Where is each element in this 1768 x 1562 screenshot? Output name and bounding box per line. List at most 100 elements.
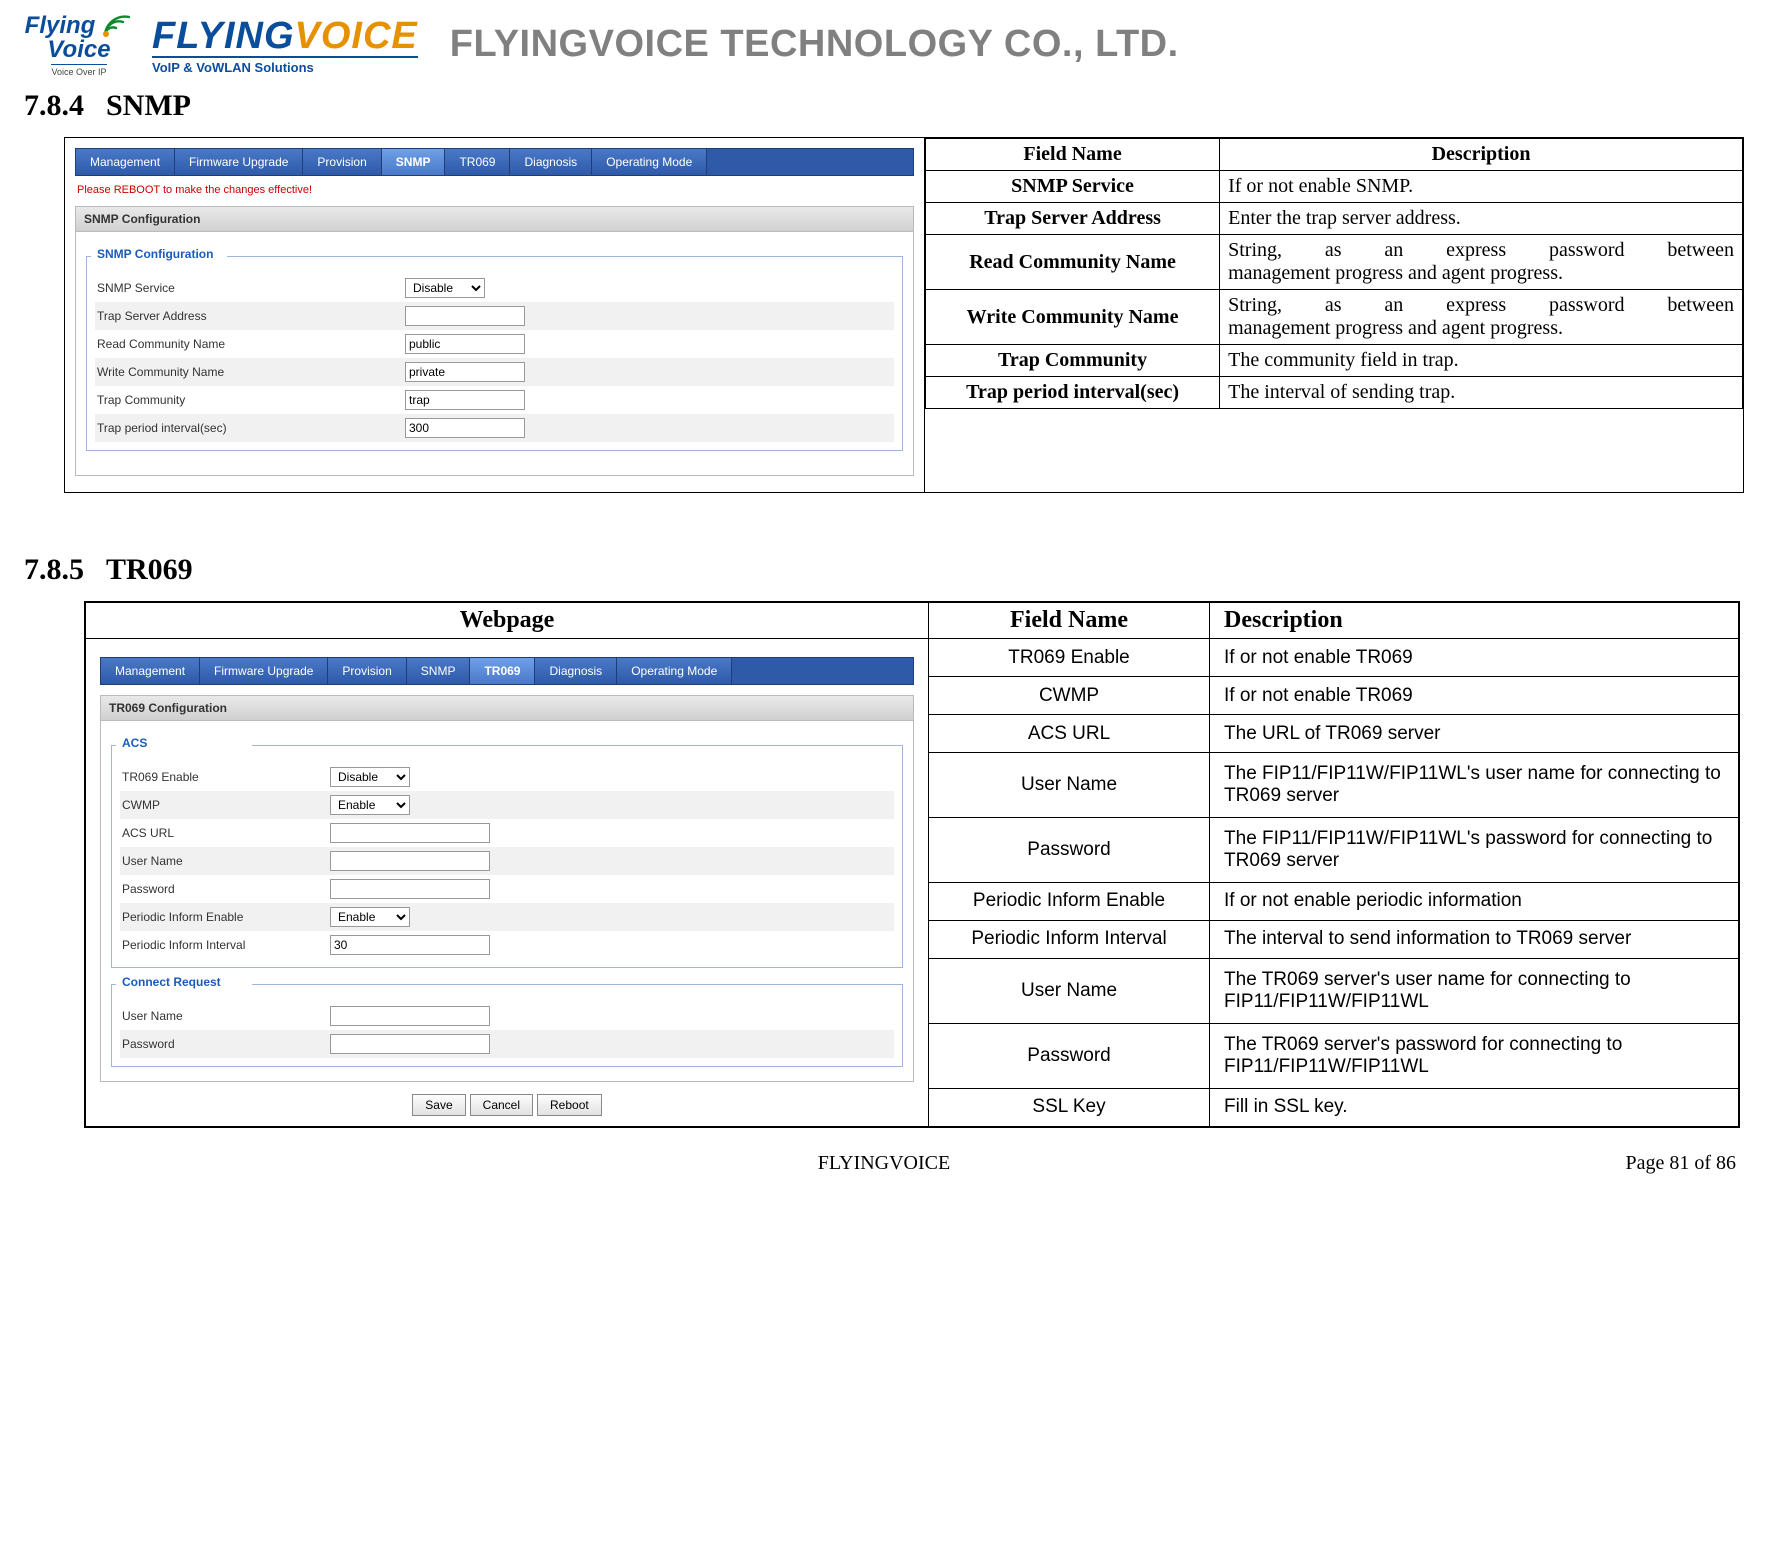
form-label: Periodic Inform Enable: [122, 910, 322, 924]
input-password[interactable]: [330, 879, 490, 899]
cell-field-name: Read Community Name: [926, 235, 1220, 290]
cell-field-name: Password: [929, 817, 1210, 882]
fieldset-connect-request: Connect RequestUser NamePassword: [111, 984, 903, 1067]
form-label: Trap Server Address: [97, 309, 397, 323]
input-trap-community[interactable]: [405, 390, 525, 410]
table-row: Trap Server AddressEnter the trap server…: [926, 203, 1743, 235]
section-heading-snmp: 7.8.4 SNMP: [24, 89, 1744, 123]
input-user-name[interactable]: [330, 851, 490, 871]
tab-firmware-upgrade[interactable]: Firmware Upgrade: [175, 149, 303, 175]
snmp-spec-table: Field Name Description SNMP ServiceIf or…: [925, 138, 1743, 409]
section-title: TR069: [106, 553, 193, 586]
tab-snmp[interactable]: SNMP: [407, 658, 471, 684]
col-description: Description: [1220, 139, 1743, 171]
tab-snmp[interactable]: SNMP: [382, 149, 446, 175]
tab-provision[interactable]: Provision: [328, 658, 406, 684]
select-cwmp[interactable]: Enable: [330, 795, 410, 815]
cell-field-name: User Name: [929, 958, 1210, 1023]
form-row: Trap Community: [95, 386, 894, 414]
col-webpage: Webpage: [86, 603, 929, 639]
tab-management[interactable]: Management: [76, 149, 175, 175]
select-snmp-service[interactable]: Disable: [405, 278, 485, 298]
table-row: Trap period interval(sec)The interval of…: [926, 377, 1743, 409]
cell-field-name: Periodic Inform Interval: [929, 920, 1210, 958]
input-periodic-inform-interval[interactable]: [330, 935, 490, 955]
section-heading-tr069: 7.8.5 TR069: [24, 553, 1744, 587]
input-write-community-name[interactable]: [405, 362, 525, 382]
logo-fly: FLYING: [152, 15, 295, 57]
form-row: Read Community Name: [95, 330, 894, 358]
cancel-button[interactable]: Cancel: [470, 1094, 533, 1116]
button-bar: SaveCancelReboot: [100, 1094, 914, 1116]
input-acs-url[interactable]: [330, 823, 490, 843]
input-trap-server-address[interactable]: [405, 306, 525, 326]
tab-operating-mode[interactable]: Operating Mode: [617, 658, 732, 684]
reboot-button[interactable]: Reboot: [537, 1094, 602, 1116]
cell-field-name: ACS URL: [929, 715, 1210, 753]
cell-description: The TR069 server's user name for connect…: [1210, 958, 1739, 1023]
form-row: Trap Server Address: [95, 302, 894, 330]
cell-field-name: Trap Community: [926, 345, 1220, 377]
form-row: Periodic Inform Interval: [120, 931, 894, 959]
cell-field-name: Trap period interval(sec): [926, 377, 1220, 409]
section-num: 7.8.5: [24, 553, 84, 586]
tab-tr069[interactable]: TR069: [445, 149, 510, 175]
tr069-block: Webpage Field Name Description Managemen…: [84, 601, 1740, 1128]
save-button[interactable]: Save: [412, 1094, 465, 1116]
logo-sub: VoIP & VoWLAN Solutions: [152, 56, 418, 75]
fieldset-legend: SNMP Configuration: [93, 247, 217, 261]
col-field-name: Field Name: [929, 603, 1210, 639]
select-tr069-enable[interactable]: Disable: [330, 767, 410, 787]
col-field-name: Field Name: [926, 139, 1220, 171]
cell-field-name: User Name: [929, 753, 1210, 818]
tab-diagnosis[interactable]: Diagnosis: [510, 149, 592, 175]
tab-management[interactable]: Management: [101, 658, 200, 684]
panel-title: SNMP Configuration: [75, 206, 914, 231]
cell-field-name: TR069 Enable: [929, 639, 1210, 677]
input-trap-period-interval-sec-[interactable]: [405, 418, 525, 438]
cell-description: The URL of TR069 server: [1210, 715, 1739, 753]
section-title: SNMP: [106, 89, 191, 122]
input-read-community-name[interactable]: [405, 334, 525, 354]
tab-operating-mode[interactable]: Operating Mode: [592, 149, 707, 175]
col-description: Description: [1210, 603, 1739, 639]
panel-title: TR069 Configuration: [100, 695, 914, 720]
footer-right: Page 81 of 86: [1625, 1152, 1736, 1175]
cell-description: The FIP11/FIP11W/FIP11WL's user name for…: [1210, 753, 1739, 818]
table-row: Read Community NameString, as an express…: [926, 235, 1743, 290]
logo-badge: Flying Voice Voice Over IP: [24, 12, 134, 77]
form-row: Periodic Inform Enable Enable: [120, 903, 894, 931]
tab-firmware-upgrade[interactable]: Firmware Upgrade: [200, 658, 328, 684]
form-row: Password: [120, 1030, 894, 1058]
tab-provision[interactable]: Provision: [303, 149, 381, 175]
tab-diagnosis[interactable]: Diagnosis: [535, 658, 617, 684]
logo-voice: VOICE: [295, 15, 418, 57]
snmp-screenshot: ManagementFirmware UpgradeProvisionSNMPT…: [65, 138, 924, 492]
input-password[interactable]: [330, 1034, 490, 1054]
form-row: CWMPEnable: [120, 791, 894, 819]
input-user-name[interactable]: [330, 1006, 490, 1026]
form-row: SNMP ServiceDisable: [95, 274, 894, 302]
cell-description: If or not enable TR069: [1210, 677, 1739, 715]
select-periodic-inform-enable[interactable]: Enable: [330, 907, 410, 927]
page-footer: FLYINGVOICE Page 81 of 86: [24, 1152, 1744, 1180]
cell-description: The interval to send information to TR06…: [1210, 920, 1739, 958]
cell-field-name: Password: [929, 1023, 1210, 1088]
tr069-spec-table: Webpage Field Name Description Managemen…: [85, 602, 1739, 1127]
form-label: Read Community Name: [97, 337, 397, 351]
cell-field-name: CWMP: [929, 677, 1210, 715]
cell-field-name: Trap Server Address: [926, 203, 1220, 235]
form-row: User Name: [120, 1002, 894, 1030]
cell-field-name: Write Community Name: [926, 290, 1220, 345]
section-num: 7.8.4: [24, 89, 84, 122]
reboot-note: Please REBOOT to make the changes effect…: [77, 184, 914, 196]
cell-description: If or not enable TR069: [1210, 639, 1739, 677]
fieldset-acs: ACSTR069 EnableDisableCWMPEnableACS URLU…: [111, 745, 903, 968]
table-row: ManagementFirmware UpgradeProvisionSNMPT…: [86, 639, 1739, 677]
form-row: Password: [120, 875, 894, 903]
company-name: FLYINGVOICE TECHNOLOGY CO., LTD.: [450, 23, 1179, 66]
tr069-tabs: ManagementFirmware UpgradeProvisionSNMPT…: [100, 657, 914, 685]
tab-tr069[interactable]: TR069: [470, 658, 535, 684]
logo-wordmark: FLYINGVOICE VoIP & VoWLAN Solutions: [152, 15, 418, 75]
table-row: Trap CommunityThe community field in tra…: [926, 345, 1743, 377]
